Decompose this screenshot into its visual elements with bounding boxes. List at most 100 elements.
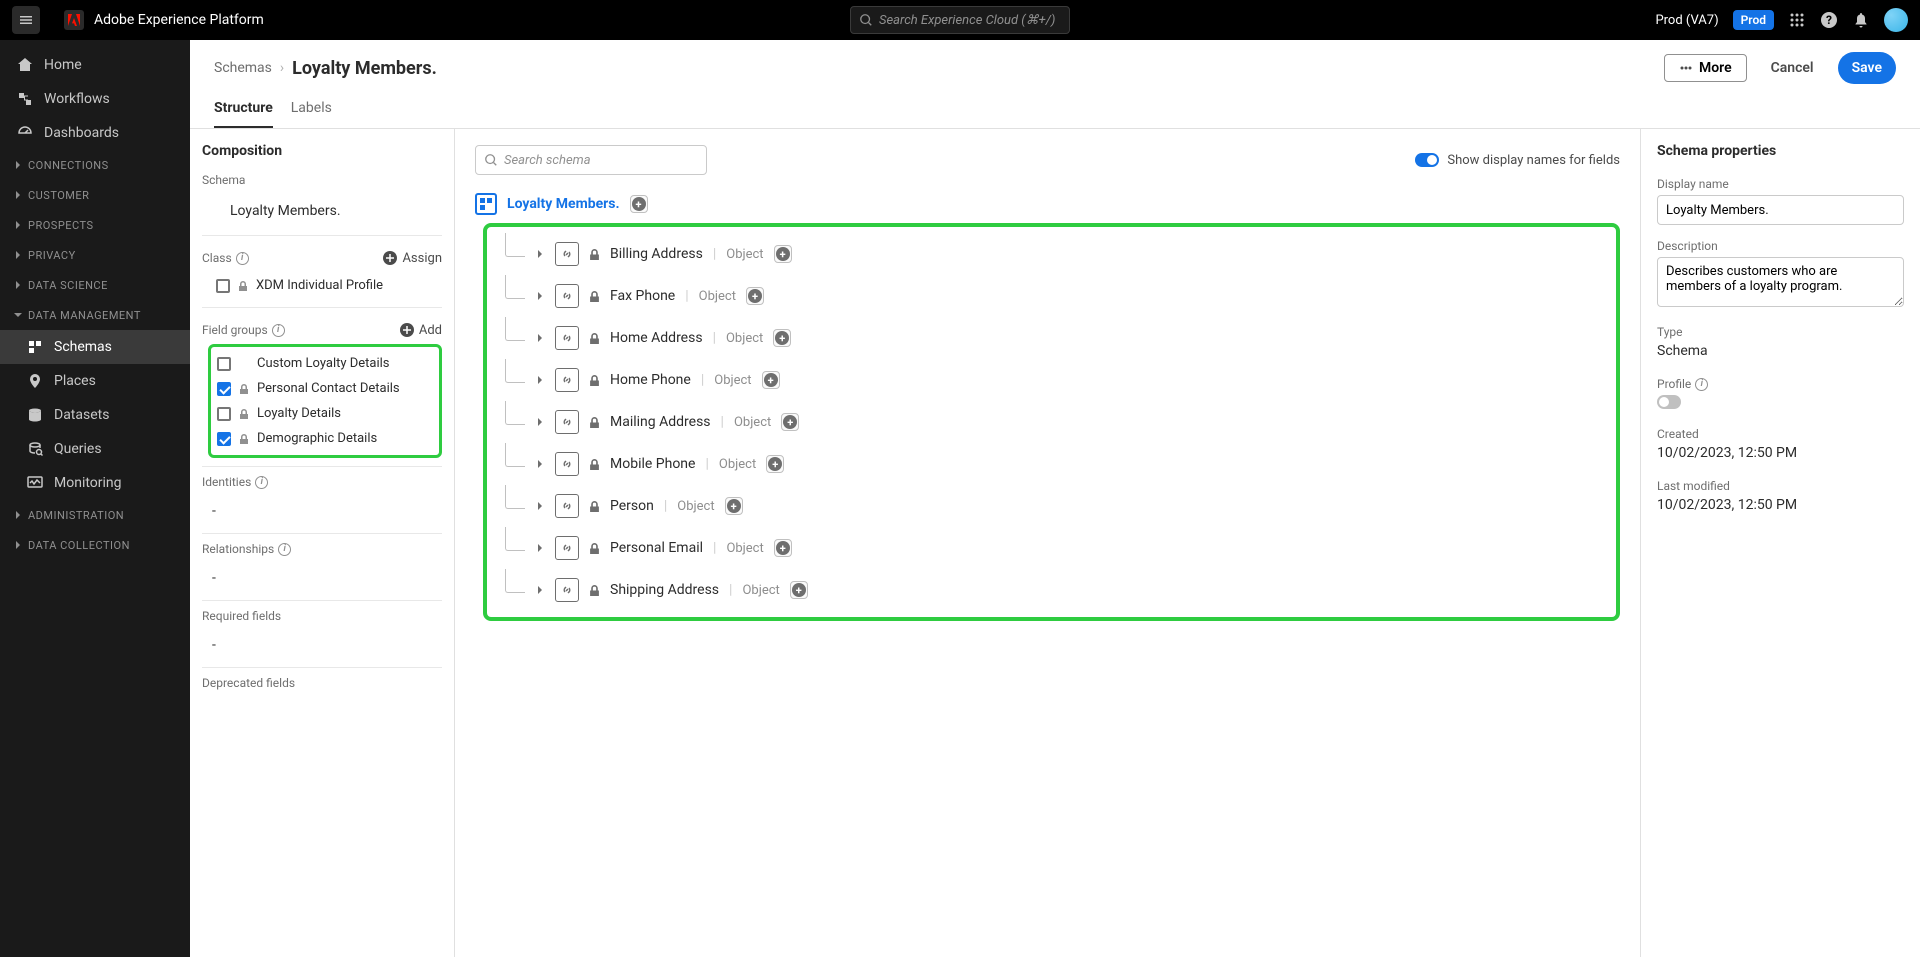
chevron-down-icon (14, 311, 22, 319)
expand-caret[interactable] (535, 292, 545, 300)
global-search[interactable]: Search Experience Cloud (⌘+/) (850, 6, 1070, 34)
field-group-row[interactable]: Personal Contact Details (213, 376, 437, 401)
field-row[interactable]: Shipping Address | Object + (505, 569, 1606, 611)
bell-icon (1853, 12, 1869, 28)
schema-root-name[interactable]: Loyalty Members. (507, 196, 620, 212)
properties-title: Schema properties (1657, 143, 1904, 159)
expand-caret[interactable] (535, 502, 545, 510)
nav-datasets[interactable]: Datasets (0, 398, 190, 432)
field-group-row[interactable]: Loyalty Details (213, 401, 437, 426)
description-input[interactable] (1657, 257, 1904, 307)
user-avatar[interactable] (1884, 8, 1908, 32)
nav-dashboards[interactable]: Dashboards (0, 116, 190, 150)
nav-administration[interactable]: ADMINISTRATION (0, 500, 190, 530)
field-row[interactable]: Person | Object + (505, 485, 1606, 527)
expand-caret[interactable] (535, 586, 545, 594)
field-group-row[interactable]: Custom Loyalty Details (213, 351, 437, 376)
tab-structure[interactable]: Structure (214, 92, 273, 128)
field-row[interactable]: Billing Address | Object + (505, 233, 1606, 275)
breadcrumb-schemas[interactable]: Schemas (214, 60, 272, 76)
expand-caret[interactable] (535, 250, 545, 258)
field-row[interactable]: Fax Phone | Object + (505, 275, 1606, 317)
svg-text:?: ? (1826, 13, 1832, 27)
add-child-field-button[interactable]: + (725, 497, 743, 515)
nav-data-collection[interactable]: DATA COLLECTION (0, 530, 190, 560)
info-icon[interactable]: i (236, 252, 249, 265)
lock-icon (589, 501, 600, 512)
field-name: Billing Address (610, 246, 703, 262)
add-child-field-button[interactable]: + (774, 245, 792, 263)
expand-caret[interactable] (535, 544, 545, 552)
assign-class-button[interactable]: Assign (382, 250, 442, 266)
nav-data-management[interactable]: DATA MANAGEMENT (0, 300, 190, 330)
nav-schemas[interactable]: Schemas (0, 330, 190, 364)
info-icon[interactable]: i (272, 324, 285, 337)
database-icon (27, 407, 43, 423)
add-child-field-button[interactable]: + (746, 287, 764, 305)
cancel-button[interactable]: Cancel (1757, 52, 1828, 84)
prod-badge: Prod (1733, 10, 1774, 30)
more-button[interactable]: More (1664, 54, 1747, 82)
add-child-field-button[interactable]: + (790, 581, 808, 599)
field-row[interactable]: Home Address | Object + (505, 317, 1606, 359)
nav-places[interactable]: Places (0, 364, 190, 398)
add-child-field-button[interactable]: + (762, 371, 780, 389)
display-name-input[interactable] (1657, 195, 1904, 225)
class-row[interactable]: XDM Individual Profile (202, 272, 442, 299)
expand-caret[interactable] (535, 418, 545, 426)
object-icon (555, 494, 579, 518)
field-row[interactable]: Home Phone | Object + (505, 359, 1606, 401)
breadcrumb-separator: › (280, 60, 284, 76)
field-type: Object (742, 583, 779, 598)
field-name: Home Phone (610, 372, 691, 388)
tab-labels[interactable]: Labels (291, 92, 332, 128)
nav-prospects[interactable]: PROSPECTS (0, 210, 190, 240)
field-name: Personal Email (610, 540, 703, 556)
object-icon (555, 242, 579, 266)
class-name: XDM Individual Profile (256, 278, 383, 293)
add-child-field-button[interactable]: + (781, 413, 799, 431)
tree-connector (505, 443, 525, 467)
display-names-toggle[interactable] (1415, 153, 1439, 167)
info-icon[interactable]: i (278, 543, 291, 556)
save-button[interactable]: Save (1838, 52, 1896, 84)
nav-privacy[interactable]: PRIVACY (0, 240, 190, 270)
schema-name[interactable]: Loyalty Members. (202, 195, 442, 227)
apps-switcher[interactable] (1788, 11, 1806, 29)
add-field-root-button[interactable]: + (630, 195, 648, 213)
field-group-checkbox[interactable] (217, 407, 231, 421)
profile-toggle[interactable] (1657, 395, 1681, 409)
nav-home[interactable]: Home (0, 48, 190, 82)
add-child-field-button[interactable]: + (766, 455, 784, 473)
nav-monitoring[interactable]: Monitoring (0, 466, 190, 500)
info-icon[interactable]: i (1695, 378, 1708, 391)
hamburger-menu[interactable] (12, 6, 40, 34)
expand-caret[interactable] (535, 460, 545, 468)
nav-connections[interactable]: CONNECTIONS (0, 150, 190, 180)
nav-customer[interactable]: CUSTOMER (0, 180, 190, 210)
schema-root-node[interactable]: Loyalty Members. + (475, 193, 1620, 215)
expand-caret[interactable] (535, 334, 545, 342)
help-button[interactable]: ? (1820, 11, 1838, 29)
field-row[interactable]: Personal Email | Object + (505, 527, 1606, 569)
nav-workflows[interactable]: Workflows (0, 82, 190, 116)
add-field-group-button[interactable]: Add (399, 322, 442, 338)
class-checkbox[interactable] (216, 279, 230, 293)
schema-search[interactable]: Search schema (475, 145, 707, 175)
modified-label: Last modified (1657, 479, 1904, 493)
field-group-checkbox[interactable] (217, 382, 231, 396)
workflow-icon (17, 91, 33, 107)
nav-data-science[interactable]: DATA SCIENCE (0, 270, 190, 300)
nav-queries[interactable]: Queries (0, 432, 190, 466)
field-row[interactable]: Mailing Address | Object + (505, 401, 1606, 443)
description-label: Description (1657, 239, 1904, 253)
field-group-checkbox[interactable] (217, 432, 231, 446)
add-child-field-button[interactable]: + (774, 539, 792, 557)
field-group-checkbox[interactable] (217, 357, 231, 371)
field-group-row[interactable]: Demographic Details (213, 426, 437, 451)
add-child-field-button[interactable]: + (773, 329, 791, 347)
notifications-button[interactable] (1852, 11, 1870, 29)
expand-caret[interactable] (535, 376, 545, 384)
info-icon[interactable]: i (255, 476, 268, 489)
field-row[interactable]: Mobile Phone | Object + (505, 443, 1606, 485)
